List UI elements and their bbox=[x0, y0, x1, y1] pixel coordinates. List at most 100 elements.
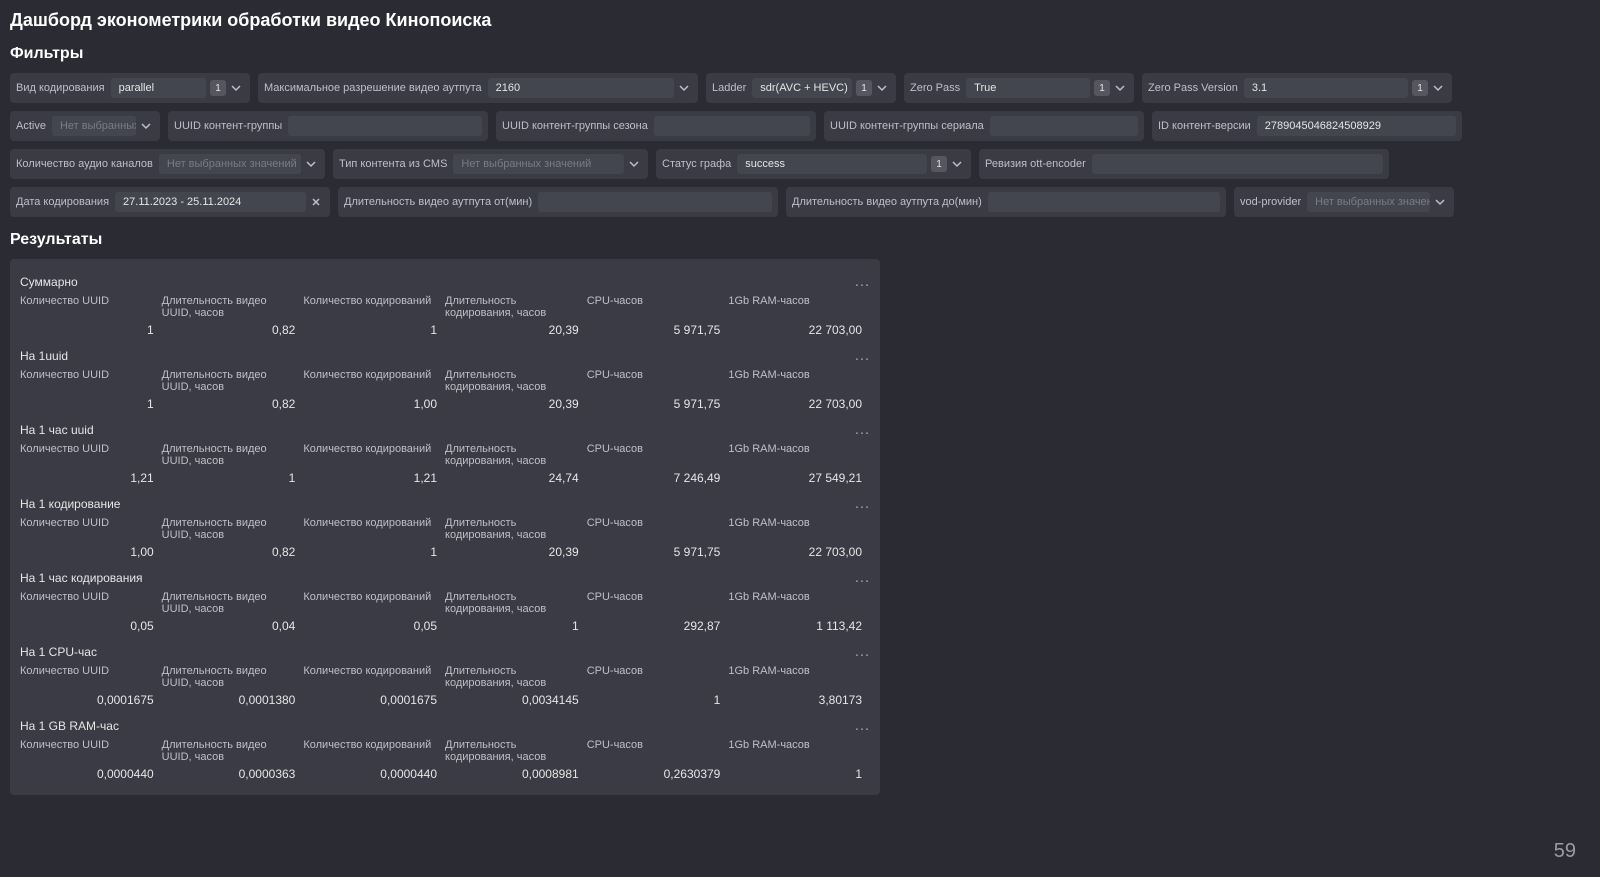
filter-zero-pass[interactable]: Zero Pass True 1 bbox=[904, 73, 1134, 103]
result-value-cell: 1 bbox=[303, 545, 445, 559]
filter-label: Длительность видео аутпута до(мин) bbox=[792, 196, 982, 208]
result-value-cell: 3,80173 bbox=[728, 693, 870, 707]
filter-ott-revision[interactable]: Ревизия ott-encoder bbox=[979, 149, 1389, 179]
filter-value: Нет выбранных значений bbox=[159, 154, 301, 174]
chevron-down-icon[interactable] bbox=[1430, 83, 1446, 93]
more-icon[interactable]: … bbox=[854, 648, 870, 656]
filter-value[interactable]: 2789045046824508929 bbox=[1257, 116, 1456, 136]
more-icon[interactable]: … bbox=[854, 500, 870, 508]
filter-value[interactable] bbox=[654, 116, 810, 136]
result-value-cell: 20,39 bbox=[445, 545, 587, 559]
filter-vod-provider[interactable]: vod-provider Нет выбранных значений bbox=[1234, 187, 1454, 217]
chevron-down-icon[interactable] bbox=[1112, 83, 1128, 93]
filter-badge: 1 bbox=[1094, 80, 1110, 96]
filter-active[interactable]: Active Нет выбранных з… bbox=[10, 111, 160, 141]
result-column-header: Длительность кодирования, часов bbox=[445, 665, 587, 689]
result-value-cell: 1,00 bbox=[303, 397, 445, 411]
result-column-header: 1Gb RAM-часов bbox=[728, 369, 870, 393]
result-group-header: На 1 GB RAM-час … bbox=[20, 715, 870, 737]
filter-uuid-group[interactable]: UUID контент-группы bbox=[168, 111, 488, 141]
filter-audio-channels[interactable]: Количество аудио каналов Нет выбранных з… bbox=[10, 149, 325, 179]
filter-uuid-serial[interactable]: UUID контент-группы сериала bbox=[824, 111, 1144, 141]
chevron-down-icon[interactable] bbox=[228, 83, 244, 93]
filter-label: Zero Pass Version bbox=[1148, 82, 1238, 94]
result-columns-row: Количество UUIDДлительность видео UUID, … bbox=[20, 293, 870, 321]
filter-graph-status[interactable]: Статус графа success 1 bbox=[656, 149, 971, 179]
filter-label: Максимальное разрешение видео аутпута bbox=[264, 82, 482, 94]
result-group-header: Суммарно… bbox=[20, 271, 870, 293]
filter-encoding-type[interactable]: Вид кодирования parallel 1 bbox=[10, 73, 250, 103]
result-group-header: На 1 час кодирования… bbox=[20, 567, 870, 589]
result-column-header: Длительность кодирования, часов bbox=[445, 739, 587, 763]
chevron-down-icon[interactable] bbox=[1432, 197, 1448, 207]
result-group: На 1 час uuid…Количество UUIDДлительност… bbox=[20, 419, 870, 487]
filter-encode-date[interactable]: Дата кодирования 27.11.2023 - 25.11.2024 bbox=[10, 187, 330, 217]
filter-label: UUID контент-группы сериала bbox=[830, 120, 984, 132]
chevron-down-icon[interactable] bbox=[138, 121, 154, 131]
result-group: На 1 CPU-час…Количество UUIDДлительность… bbox=[20, 641, 870, 709]
result-value-cell: 0,0000440 bbox=[20, 767, 162, 781]
chevron-down-icon[interactable] bbox=[949, 159, 965, 169]
more-icon[interactable]: … bbox=[854, 352, 870, 360]
result-column-header: Количество UUID bbox=[20, 295, 162, 319]
filter-zero-pass-version[interactable]: Zero Pass Version 3.1 1 bbox=[1142, 73, 1452, 103]
result-column-header: Длительность кодирования, часов bbox=[445, 295, 587, 319]
filter-out-duration-from[interactable]: Длительность видео аутпута от(мин) bbox=[338, 187, 778, 217]
result-group-title: На 1 GB RAM-час bbox=[20, 719, 119, 733]
filter-value: sdr(AVC + HEVC) bbox=[752, 78, 852, 98]
result-values-row: 0,00016750,00013800,00016750,003414513,8… bbox=[20, 691, 870, 709]
result-group: На 1 час кодирования…Количество UUIDДлит… bbox=[20, 567, 870, 635]
filters-heading: Фильтры bbox=[10, 45, 1590, 63]
result-column-header: Количество UUID bbox=[20, 591, 162, 615]
chevron-down-icon[interactable] bbox=[676, 83, 692, 93]
filter-value[interactable] bbox=[990, 116, 1138, 136]
result-value-cell: 1 bbox=[303, 323, 445, 337]
page-number: 59 bbox=[1554, 840, 1576, 863]
result-value-cell: 1 bbox=[587, 693, 729, 707]
result-column-header: Длительность видео UUID, часов bbox=[162, 443, 304, 467]
chevron-down-icon[interactable] bbox=[626, 159, 642, 169]
result-value-cell: 292,87 bbox=[587, 619, 729, 633]
result-column-header: Количество UUID bbox=[20, 665, 162, 689]
filter-value[interactable] bbox=[288, 116, 482, 136]
result-value-cell: 0,2630379 bbox=[587, 767, 729, 781]
result-value-cell: 0,0000363 bbox=[162, 767, 304, 781]
filter-max-res[interactable]: Максимальное разрешение видео аутпута 21… bbox=[258, 73, 698, 103]
result-value-cell: 20,39 bbox=[445, 323, 587, 337]
filter-uuid-season[interactable]: UUID контент-группы сезона bbox=[496, 111, 816, 141]
result-columns-row: Количество UUIDДлительность видео UUID, … bbox=[20, 515, 870, 543]
result-column-header: Длительность видео UUID, часов bbox=[162, 295, 304, 319]
filter-ladder[interactable]: Ladder sdr(AVC + HEVC) 1 bbox=[706, 73, 896, 103]
filter-cms-type[interactable]: Тип контента из CMS Нет выбранных значен… bbox=[333, 149, 648, 179]
result-value-cell: 0,04 bbox=[162, 619, 304, 633]
chevron-down-icon[interactable] bbox=[874, 83, 890, 93]
result-column-header: Количество UUID bbox=[20, 369, 162, 393]
filter-value[interactable] bbox=[1092, 154, 1383, 174]
filter-label: Длительность видео аутпута от(мин) bbox=[344, 196, 532, 208]
result-column-header: Количество UUID bbox=[20, 443, 162, 467]
filter-value: Нет выбранных з… bbox=[52, 116, 136, 136]
filter-out-duration-to[interactable]: Длительность видео аутпута до(мин) bbox=[786, 187, 1226, 217]
result-value-cell: 0,0001675 bbox=[303, 693, 445, 707]
result-column-header: Длительность кодирования, часов bbox=[445, 443, 587, 467]
filter-label: Статус графа bbox=[662, 158, 731, 170]
result-columns-row: Количество UUIDДлительность видео UUID, … bbox=[20, 663, 870, 691]
filter-value[interactable] bbox=[538, 192, 772, 212]
more-icon[interactable]: … bbox=[854, 278, 870, 286]
result-column-header: 1Gb RAM-часов bbox=[728, 665, 870, 689]
filter-value[interactable] bbox=[988, 192, 1220, 212]
filter-label: Тип контента из CMS bbox=[339, 158, 447, 170]
more-icon[interactable]: … bbox=[854, 722, 870, 730]
result-column-header: Длительность видео UUID, часов bbox=[162, 591, 304, 615]
filter-content-version-id[interactable]: ID контент-версии 2789045046824508929 bbox=[1152, 111, 1462, 141]
filter-badge: 1 bbox=[931, 156, 947, 172]
result-column-header: Количество кодирований bbox=[303, 369, 445, 393]
more-icon[interactable]: … bbox=[854, 574, 870, 582]
result-column-header: CPU-часов bbox=[587, 517, 729, 541]
result-column-header: Количество кодирований bbox=[303, 443, 445, 467]
clear-icon[interactable] bbox=[308, 197, 324, 207]
more-icon[interactable]: … bbox=[854, 426, 870, 434]
result-column-header: CPU-часов bbox=[587, 443, 729, 467]
result-value-cell: 5 971,75 bbox=[587, 323, 729, 337]
chevron-down-icon[interactable] bbox=[303, 159, 319, 169]
